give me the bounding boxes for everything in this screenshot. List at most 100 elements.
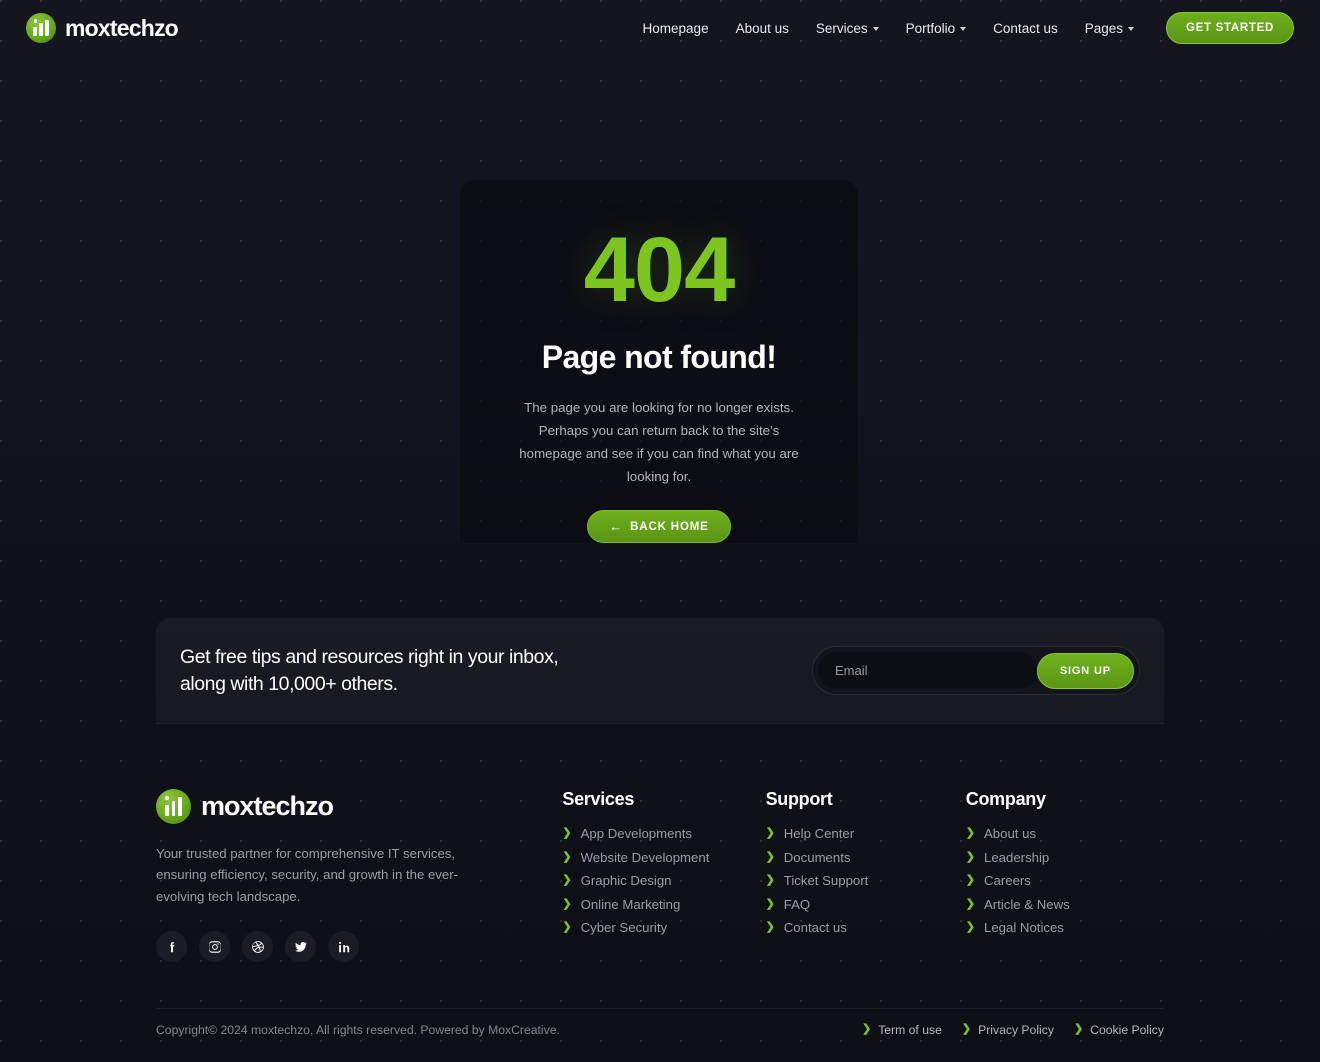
site-header: moxtechzo Homepage About us Services Por… bbox=[0, 0, 1320, 56]
footer-list-item: ❯ Online Marketing bbox=[562, 897, 765, 912]
logo-bar-3 bbox=[45, 20, 49, 36]
get-started-button[interactable]: GET STARTED bbox=[1166, 12, 1294, 44]
footer-link[interactable]: Documents bbox=[784, 850, 851, 865]
footer-list-item: ❯ App Developments bbox=[562, 826, 765, 841]
footer-link[interactable]: Graphic Design bbox=[581, 873, 672, 888]
chevron-right-icon: ❯ bbox=[961, 1023, 972, 1035]
legal-link-term-of-use[interactable]: Term of use bbox=[878, 1023, 942, 1037]
footer-link[interactable]: About us bbox=[984, 826, 1036, 841]
newsletter-divider bbox=[156, 723, 1164, 724]
newsletter-section: Get free tips and resources right in you… bbox=[156, 618, 1164, 723]
newsletter-heading: Get free tips and resources right in you… bbox=[180, 644, 559, 697]
logo-dot bbox=[33, 19, 38, 23]
footer-link[interactable]: FAQ bbox=[784, 897, 810, 912]
nav-label: Services bbox=[815, 20, 868, 36]
footer-list-item: ❯ Cyber Security bbox=[562, 920, 765, 935]
nav-label: About us bbox=[735, 20, 789, 36]
nav-label: Homepage bbox=[642, 20, 709, 36]
logo-dot bbox=[165, 796, 170, 801]
back-home-label: BACK HOME bbox=[630, 520, 709, 533]
error-card: 404 Page not found! The page you are loo… bbox=[460, 180, 858, 543]
newsletter-form: SIGN UP bbox=[812, 646, 1140, 695]
footer-link[interactable]: Legal Notices bbox=[984, 920, 1064, 935]
footer-column-title: Support bbox=[765, 789, 833, 809]
footer-list-item: ❯ Careers bbox=[966, 873, 1164, 888]
chevron-right-icon: ❯ bbox=[965, 897, 975, 910]
chevron-right-icon: ❯ bbox=[562, 921, 572, 933]
logo-bar-2 bbox=[171, 801, 176, 816]
chevron-right-icon: ❯ bbox=[965, 850, 975, 863]
legal-link-wrapper: ❯ Term of use bbox=[862, 1023, 942, 1037]
footer-column-support: Support ❯ Help Center ❯ Documents ❯ Ticket … bbox=[766, 789, 966, 1005]
page-root: moxtechzo Homepage About us Services Por… bbox=[0, 0, 1320, 1062]
footer-link[interactable]: Leadership bbox=[984, 850, 1049, 865]
footer-list-item: ❯ Graphic Design bbox=[562, 873, 765, 888]
site-logo[interactable]: moxtechzo bbox=[26, 13, 179, 43]
nav-item-contact-us[interactable]: Contact us bbox=[993, 21, 1058, 36]
footer-column-services: Services ❯ App Developments ❯ Website Deve… bbox=[562, 789, 765, 1005]
twitter-icon[interactable] bbox=[285, 931, 316, 963]
logo-bar-1 bbox=[165, 805, 169, 816]
error-description: The page you are looking for no longer e… bbox=[519, 400, 799, 484]
chevron-right-icon: ❯ bbox=[765, 874, 775, 886]
facebook-icon[interactable] bbox=[156, 931, 187, 963]
footer-link[interactable]: Online Marketing bbox=[581, 897, 681, 912]
chevron-right-icon: ❯ bbox=[765, 850, 775, 863]
logo-bar-2 bbox=[39, 23, 43, 36]
chevron-right-icon: ❯ bbox=[562, 874, 572, 886]
chevron-right-icon: ❯ bbox=[965, 874, 975, 886]
footer-link-list: ❯ Help Center ❯ Documents ❯ Ticket Support … bbox=[766, 826, 966, 935]
nav-item-services[interactable]: Services bbox=[816, 21, 879, 36]
error-code: 404 bbox=[583, 219, 735, 321]
footer-column-title: Services bbox=[562, 789, 635, 809]
sign-up-button[interactable]: SIGN UP bbox=[1036, 652, 1134, 689]
chevron-right-icon: ❯ bbox=[1073, 1023, 1084, 1035]
footer-logo[interactable]: moxtechzo bbox=[156, 789, 562, 824]
footer-column-title: Company bbox=[965, 789, 1046, 809]
footer-column-company: Company ❯ About us ❯ Leadership ❯ Careers ❯… bbox=[966, 789, 1164, 1005]
dribbble-icon[interactable] bbox=[242, 931, 273, 963]
linkedin-icon[interactable] bbox=[328, 931, 359, 963]
legal-link-privacy-policy[interactable]: Privacy Policy bbox=[978, 1023, 1054, 1037]
footer-link-list: ❯ App Developments ❯ Website Development ❯… bbox=[562, 826, 765, 935]
legal-link-cookie-policy[interactable]: Cookie Policy bbox=[1090, 1023, 1164, 1037]
instagram-icon[interactable] bbox=[199, 931, 230, 963]
nav-label: Portfolio bbox=[905, 20, 956, 36]
newsletter-heading-line-1: Get free tips and resources right in you… bbox=[180, 646, 559, 669]
arrow-left-icon: ← bbox=[609, 519, 624, 534]
footer-link[interactable]: App Developments bbox=[581, 826, 692, 841]
footer-list-item: ❯ Contact us bbox=[766, 920, 966, 935]
nav-item-homepage[interactable]: Homepage bbox=[643, 21, 709, 36]
footer-link[interactable]: Careers bbox=[984, 873, 1031, 888]
main-navigation: Homepage About us Services Portfolio Con… bbox=[643, 12, 1294, 44]
chevron-down-icon bbox=[960, 27, 967, 31]
nav-item-about-us[interactable]: About us bbox=[736, 21, 789, 36]
footer-link[interactable]: Cyber Security bbox=[581, 920, 667, 935]
email-input[interactable] bbox=[818, 652, 1037, 689]
chevron-down-icon bbox=[872, 27, 879, 31]
chevron-right-icon: ❯ bbox=[765, 827, 775, 839]
logo-text: moxtechzo bbox=[201, 791, 334, 821]
footer-list-item: ❯ Documents bbox=[766, 850, 966, 865]
back-home-button[interactable]: ← BACK HOME bbox=[587, 510, 731, 543]
nav-item-pages[interactable]: Pages bbox=[1085, 21, 1134, 36]
footer-list-item: ❯ Legal Notices bbox=[966, 920, 1164, 935]
chevron-down-icon bbox=[1128, 27, 1134, 31]
footer-link[interactable]: Help Center bbox=[784, 826, 854, 841]
chevron-right-icon: ❯ bbox=[861, 1023, 872, 1035]
error-title: Page not found! bbox=[541, 339, 777, 375]
legal-link-wrapper: ❯ Cookie Policy bbox=[1074, 1023, 1164, 1037]
footer-link[interactable]: Website Development bbox=[581, 850, 710, 865]
footer-link[interactable]: Ticket Support bbox=[784, 873, 869, 888]
social-links bbox=[156, 931, 562, 963]
logo-bar-3 bbox=[178, 797, 182, 816]
legal-links: ❯ Term of use ❯ Privacy Policy ❯ Cookie Pol… bbox=[862, 1023, 1164, 1037]
footer-link[interactable]: Contact us bbox=[784, 920, 847, 935]
footer-list-item: ❯ Help Center bbox=[766, 826, 966, 841]
site-footer: moxtechzo Your trusted partner for compr… bbox=[0, 745, 1320, 1005]
chevron-right-icon: ❯ bbox=[965, 921, 975, 933]
nav-item-portfolio[interactable]: Portfolio bbox=[906, 21, 967, 36]
footer-list-item: ❯ FAQ bbox=[766, 897, 966, 912]
logo-mark-icon bbox=[156, 789, 191, 824]
footer-link[interactable]: Article & News bbox=[984, 897, 1070, 912]
